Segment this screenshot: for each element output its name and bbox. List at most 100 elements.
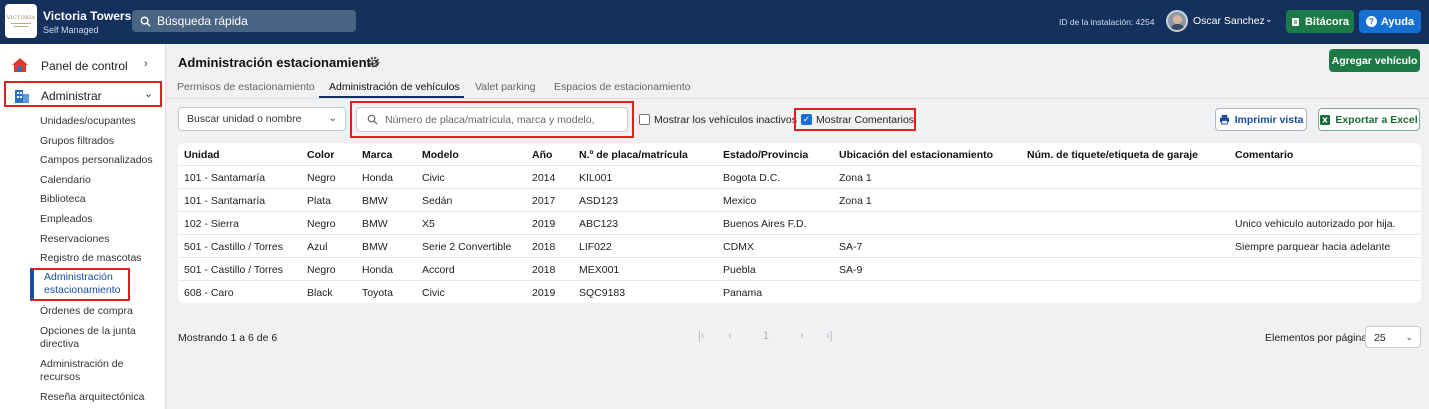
per-page-select[interactable]: 25 ⌄ [1365, 326, 1421, 348]
tab-permisos[interactable]: Permisos de estacionamiento [177, 81, 315, 93]
cell-unit: 101 - Santamaría [184, 172, 266, 184]
sidebar-item-panel[interactable]: Panel de control › [4, 52, 162, 78]
vehicle-search-input[interactable]: Número de placa/matrícula, marca y model… [356, 107, 628, 132]
sidebar-subitem[interactable]: Reseña arquitectónica [40, 391, 144, 404]
top-bar: VICTORIA Victoria Towers Self Managed Bú… [0, 0, 1429, 44]
cell-state: CDMX [723, 241, 754, 253]
sidebar: Panel de control › Administrar ⌄ Unidade… [0, 44, 166, 409]
search-icon [367, 114, 378, 125]
sidebar-subitem-active[interactable]: Administración estacionamiento [30, 268, 130, 301]
per-page-value: 25 [1374, 332, 1386, 344]
table-row[interactable]: 101 - Santamaría Plata BMW Sedán 2017 AS… [178, 189, 1421, 212]
sidebar-subitem[interactable]: Campos personalizados [40, 154, 153, 167]
table-row[interactable]: 501 - Castillo / Torres Azul BMW Serie 2… [178, 235, 1421, 258]
cell-plate: SQC9183 [579, 287, 626, 299]
table-row[interactable]: 102 - Sierra Negro BMW X5 2019 ABC123 Bu… [178, 212, 1421, 235]
cell-year: 2018 [532, 241, 556, 253]
bitacora-button[interactable]: Bitácora [1286, 10, 1354, 33]
cell-comment: Unico vehiculo autorizado por hija. [1235, 218, 1396, 230]
cell-model: Civic [422, 172, 445, 184]
sidebar-subitem[interactable]: Empleados [40, 213, 93, 226]
table-row[interactable]: 101 - Santamaría Negro Honda Civic 2014 … [178, 166, 1421, 189]
active-tab-indicator [319, 96, 464, 98]
tab-valet[interactable]: Valet parking [475, 81, 536, 93]
show-comments-label[interactable]: Mostrar Comentarios [816, 114, 914, 126]
printer-icon [1219, 114, 1229, 125]
cell-color: Plata [307, 195, 331, 207]
show-comments-checkbox[interactable]: ✓ [801, 114, 812, 125]
search-icon [140, 16, 151, 27]
sidebar-subitem[interactable]: Grupos filtrados [40, 135, 114, 148]
sidebar-item-administrar[interactable]: Administrar ⌄ [4, 81, 162, 107]
brand-logo[interactable]: VICTORIA [5, 4, 37, 38]
per-page-label: Elementos por página [1265, 332, 1368, 344]
cell-state: Bogota D.C. [723, 172, 781, 184]
chevron-down-icon: ⌄ [144, 88, 154, 100]
table-row[interactable]: 608 - Caro Black Toyota Civic 2019 SQC91… [178, 281, 1421, 303]
column-header[interactable]: Marca [362, 149, 392, 161]
column-header[interactable]: Color [307, 149, 334, 161]
tab-espacios[interactable]: Espacios de estacionamiento [554, 81, 691, 93]
cell-location: Zona 1 [839, 195, 872, 207]
sidebar-subitem[interactable]: Calendario [40, 174, 91, 187]
cell-plate: ASD123 [579, 195, 619, 207]
table-row[interactable]: 501 - Castillo / Torres Negro Honda Acco… [178, 258, 1421, 281]
excel-icon [1320, 114, 1331, 125]
column-header[interactable]: Unidad [184, 149, 220, 161]
avatar[interactable] [1166, 10, 1188, 32]
tab-vehiculos[interactable]: Administración de vehículos [329, 81, 460, 93]
sidebar-subitem[interactable]: Reservaciones [40, 233, 109, 246]
column-header[interactable]: Modelo [422, 149, 459, 161]
sidebar-subitem[interactable]: Unidades/ocupantes [40, 115, 136, 128]
page-number[interactable]: 1 [763, 330, 769, 342]
column-header[interactable]: Estado/Provincia [723, 149, 808, 161]
cell-color: Black [307, 287, 333, 299]
show-inactive-checkbox[interactable] [639, 114, 650, 125]
cell-year: 2019 [532, 287, 556, 299]
quick-search-input[interactable]: Búsqueda rápida [132, 10, 356, 32]
user-name[interactable]: Oscar Sanchez [1193, 15, 1265, 27]
column-header[interactable]: Año [532, 149, 552, 161]
vehicles-table: Unidad Color Marca Modelo Año N.º de pla… [178, 143, 1421, 303]
cell-plate: LIF022 [579, 241, 612, 253]
column-header[interactable]: Núm. de tiquete/etiqueta de garaje [1027, 149, 1198, 161]
cell-location: SA-7 [839, 241, 863, 253]
sidebar-subitem[interactable]: Órdenes de compra [40, 305, 133, 318]
cell-year: 2014 [532, 172, 556, 184]
prev-page-icon[interactable]: ‹ [728, 330, 732, 342]
cell-color: Azul [307, 241, 328, 253]
bitacora-label: Bitácora [1304, 15, 1350, 28]
gear-icon[interactable] [368, 56, 380, 68]
help-button[interactable]: ? Ayuda [1359, 10, 1421, 33]
column-header[interactable]: Comentario [1235, 149, 1293, 161]
chevron-down-icon[interactable]: ⌄ [1265, 14, 1273, 25]
cell-unit: 501 - Castillo / Torres [184, 264, 284, 276]
notebook-icon [1291, 17, 1299, 26]
sidebar-subitem[interactable]: Opciones de la junta directiva [40, 325, 145, 351]
cell-year: 2018 [532, 264, 556, 276]
cell-make: BMW [362, 241, 388, 253]
sidebar-subitem[interactable]: Administración de recursos [40, 358, 145, 384]
column-header[interactable]: Ubicación del estacionamiento [839, 149, 993, 161]
cell-color: Negro [307, 218, 336, 230]
export-excel-button[interactable]: Exportar a Excel [1318, 108, 1420, 131]
print-button[interactable]: Imprimir vista [1215, 108, 1307, 131]
results-count: Mostrando 1 a 6 de 6 [178, 332, 278, 344]
chevron-right-icon: › [144, 58, 148, 70]
last-page-icon[interactable]: ›| [826, 330, 833, 342]
cell-model: Civic [422, 287, 445, 299]
sidebar-subitem[interactable]: Registro de mascotas [40, 252, 142, 265]
chevron-down-icon: ⌄ [328, 113, 337, 124]
show-inactive-label[interactable]: Mostrar los vehículos inactivos [654, 114, 797, 126]
next-page-icon[interactable]: › [800, 330, 804, 342]
sidebar-item-label: Panel de control [41, 59, 128, 73]
column-header[interactable]: N.º de placa/matrícula [579, 149, 688, 161]
building-icon [15, 90, 29, 103]
help-label: Ayuda [1380, 15, 1415, 28]
first-page-icon[interactable]: |‹ [698, 330, 705, 342]
cell-state: Puebla [723, 264, 756, 276]
unit-select[interactable]: Buscar unidad o nombre ⌄ [178, 107, 346, 131]
cell-make: BMW [362, 218, 388, 230]
sidebar-subitem[interactable]: Biblioteca [40, 193, 86, 206]
add-vehicle-button[interactable]: Agregar vehículo [1329, 49, 1420, 72]
